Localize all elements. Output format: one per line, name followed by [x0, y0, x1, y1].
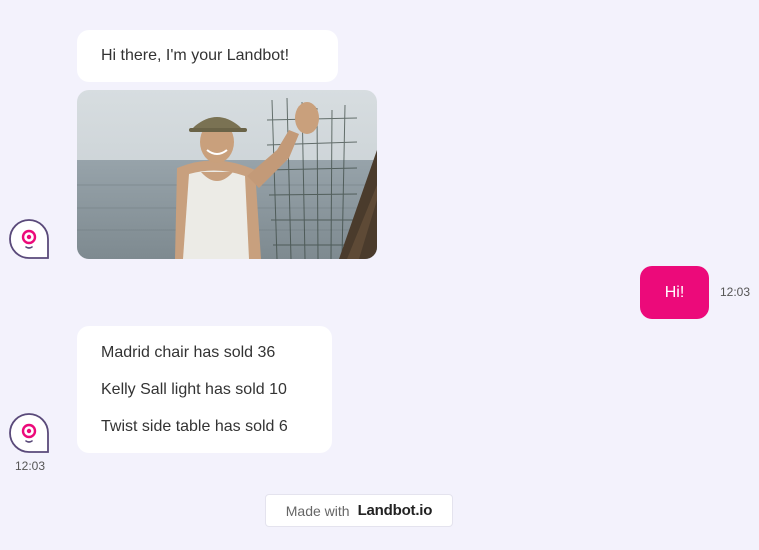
landbot-brand-logo: Landbot.io	[357, 502, 433, 519]
bot-avatar	[8, 218, 50, 260]
landbot-avatar-icon	[9, 413, 49, 453]
bot-message-sales: Madrid chair has sold 36 Kelly Sall ligh…	[77, 326, 332, 453]
greeting-text: Hi there, I'm your Landbot!	[101, 47, 290, 64]
sales-line: Madrid chair has sold 36	[101, 344, 276, 361]
user-message: Hi!	[640, 266, 709, 319]
waving-man-image	[77, 90, 377, 259]
bot-message-greeting: Hi there, I'm your Landbot!	[77, 30, 338, 82]
sales-line: Twist side table has sold 6	[101, 418, 288, 435]
bot-message-timestamp: 12:03	[15, 459, 46, 473]
bot-avatar	[8, 412, 50, 454]
user-message-timestamp: 12:03	[720, 285, 751, 299]
landbot-avatar-icon	[9, 219, 49, 259]
bot-message-image	[77, 90, 377, 259]
made-with-label: Made with	[285, 502, 350, 519]
made-with-landbot-link[interactable]: Made with Landbot.io	[265, 494, 453, 527]
sales-line: Kelly Sall light has sold 10	[101, 381, 287, 398]
user-message-text: Hi!	[664, 284, 685, 301]
